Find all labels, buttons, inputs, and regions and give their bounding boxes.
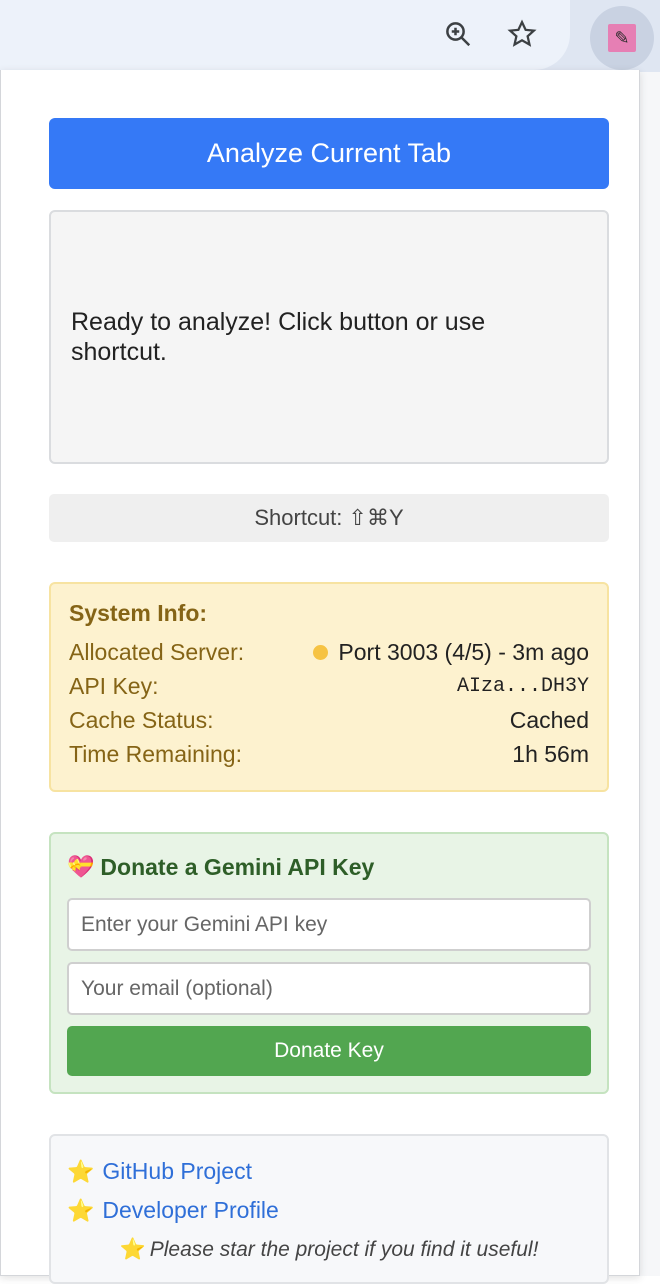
github-link-row: ⭐ GitHub Project bbox=[67, 1152, 591, 1191]
system-info-row-cache: Cache Status: Cached bbox=[69, 703, 589, 737]
zoom-in-icon[interactable] bbox=[438, 14, 478, 54]
analyze-button[interactable]: Analyze Current Tab bbox=[49, 118, 609, 189]
developer-link-row: ⭐ Developer Profile bbox=[67, 1191, 591, 1230]
system-info-title: System Info: bbox=[69, 600, 208, 626]
server-value-text: Port 3003 (4/5) - 3m ago bbox=[338, 638, 589, 665]
donate-key-button[interactable]: Donate Key bbox=[67, 1026, 591, 1076]
cache-status-value: Cached bbox=[509, 706, 589, 733]
cache-status-label: Cache Status: bbox=[69, 706, 214, 733]
github-project-link[interactable]: GitHub Project bbox=[102, 1158, 252, 1185]
donate-panel: 💝 Donate a Gemini API Key Donate Key bbox=[49, 832, 609, 1094]
extension-popup: Analyze Current Tab Ready to analyze! Cl… bbox=[0, 70, 640, 1284]
star-outline-icon[interactable] bbox=[502, 14, 542, 54]
extension-avatar-icon[interactable]: ✎ bbox=[590, 6, 654, 70]
star-note-text: Please star the project if you find it u… bbox=[149, 1237, 539, 1261]
api-key-value: AIza...DH3Y bbox=[456, 674, 589, 698]
star-icon: ⭐ bbox=[119, 1237, 146, 1261]
developer-profile-link[interactable]: Developer Profile bbox=[102, 1197, 278, 1224]
status-dot-icon bbox=[313, 644, 329, 660]
star-icon: ⭐ bbox=[67, 1197, 95, 1223]
star-icon: ⭐ bbox=[67, 1158, 95, 1184]
donate-title-text: Donate a Gemini API Key bbox=[100, 853, 375, 880]
heart-gift-icon: 💝 bbox=[67, 854, 95, 879]
system-info-row-server: Allocated Server: Port 3003 (4/5) - 3m a… bbox=[69, 635, 589, 669]
system-info-row-api-key: API Key: AIza...DH3Y bbox=[69, 669, 589, 703]
extension-image: ✎ bbox=[608, 24, 636, 52]
server-value: Port 3003 (4/5) - 3m ago bbox=[313, 639, 589, 666]
result-panel: Ready to analyze! Click button or use sh… bbox=[49, 210, 609, 464]
system-info-row-time: Time Remaining: 1h 56m bbox=[69, 737, 589, 771]
api-key-input[interactable] bbox=[67, 898, 591, 951]
server-label: Allocated Server: bbox=[69, 638, 245, 665]
api-key-label: API Key: bbox=[69, 672, 159, 699]
donate-title: 💝 Donate a Gemini API Key bbox=[67, 850, 591, 884]
links-panel: ⭐ GitHub Project ⭐ Developer Profile ⭐ P… bbox=[49, 1134, 609, 1284]
star-note: ⭐ Please star the project if you find it… bbox=[67, 1230, 591, 1269]
time-remaining-value: 1h 56m bbox=[512, 740, 589, 767]
system-info-panel: System Info: Allocated Server: Port 3003… bbox=[49, 582, 609, 792]
email-input[interactable] bbox=[67, 962, 591, 1015]
result-text: Ready to analyze! Click button or use sh… bbox=[71, 308, 486, 366]
address-bar[interactable] bbox=[0, 0, 570, 70]
time-remaining-label: Time Remaining: bbox=[69, 740, 242, 767]
shortcut-hint: Shortcut: ⇧⌘Y bbox=[49, 494, 609, 542]
browser-toolbar: ✎ bbox=[0, 0, 660, 72]
